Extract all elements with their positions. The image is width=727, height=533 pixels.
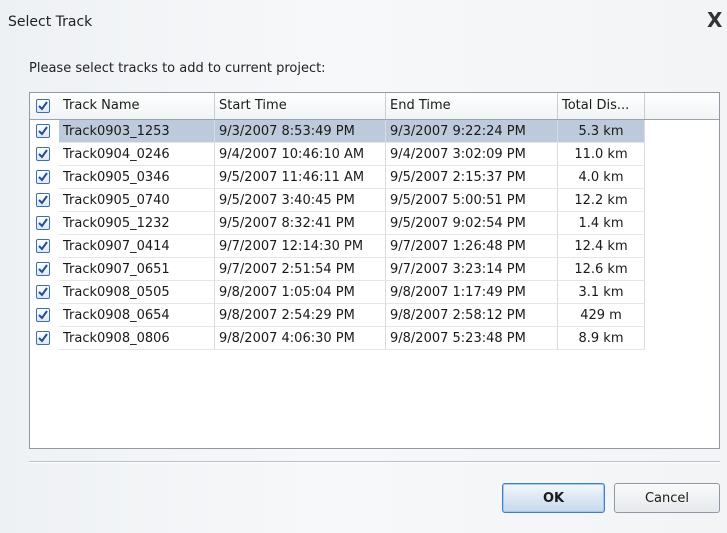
end-time-cell: 9/5/2007 9:02:54 PM (386, 212, 558, 235)
table-row[interactable]: Track0908_0806 9/8/2007 4:06:30 PM 9/8/200… (30, 327, 645, 350)
row-checkbox[interactable] (36, 308, 50, 322)
start-time-cell: 9/8/2007 1:05:04 PM (215, 281, 386, 304)
start-time-cell: 9/7/2007 12:14:30 PM (215, 235, 386, 258)
track-name-cell: Track0908_0654 (59, 304, 215, 327)
checkmark-icon (38, 195, 48, 205)
end-time-cell: 9/5/2007 2:15:37 PM (386, 166, 558, 189)
end-time-cell: 9/3/2007 9:22:24 PM (386, 120, 558, 143)
total-distance-cell: 1.4 km (558, 212, 645, 235)
checkmark-icon (38, 333, 48, 343)
track-name-cell: Track0905_0740 (59, 189, 215, 212)
start-time-cell: 9/8/2007 2:54:29 PM (215, 304, 386, 327)
end-time-cell: 9/8/2007 2:58:12 PM (386, 304, 558, 327)
table-row[interactable]: Track0904_0246 9/4/2007 10:46:10 AM 9/4/20… (30, 143, 645, 166)
track-name-cell: Track0903_1253 (59, 120, 215, 143)
total-distance-cell: 12.2 km (558, 189, 645, 212)
start-time-cell: 9/5/2007 3:40:45 PM (215, 189, 386, 212)
table-row[interactable]: Track0905_1232 9/5/2007 8:32:41 PM 9/5/200… (30, 212, 645, 235)
start-time-cell: 9/7/2007 2:51:54 PM (215, 258, 386, 281)
divider (29, 461, 720, 463)
column-header-start-time[interactable]: Start Time (215, 93, 386, 119)
track-name-cell: Track0908_0505 (59, 281, 215, 304)
start-time-cell: 9/8/2007 4:06:30 PM (215, 327, 386, 350)
row-checkbox[interactable] (36, 147, 50, 161)
column-header-end-time[interactable]: End Time (386, 93, 558, 119)
select-track-dialog: Select Track X Please select tracks to a… (0, 0, 727, 533)
start-time-cell: 9/5/2007 11:46:11 AM (215, 166, 386, 189)
checkmark-icon (38, 287, 48, 297)
total-distance-cell: 4.0 km (558, 166, 645, 189)
table-row[interactable]: Track0908_0505 9/8/2007 1:05:04 PM 9/8/200… (30, 281, 645, 304)
track-name-cell: Track0907_0651 (59, 258, 215, 281)
table-row[interactable]: Track0908_0654 9/8/2007 2:54:29 PM 9/8/200… (30, 304, 645, 327)
checkmark-icon (38, 172, 48, 182)
table-row[interactable]: Track0907_0651 9/7/2007 2:51:54 PM 9/7/200… (30, 258, 645, 281)
row-checkbox[interactable] (36, 285, 50, 299)
row-checkbox[interactable] (36, 193, 50, 207)
table-row[interactable]: Track0905_0346 9/5/2007 11:46:11 AM 9/5/20… (30, 166, 645, 189)
track-name-cell: Track0905_0346 (59, 166, 215, 189)
select-all-checkbox[interactable] (36, 99, 50, 113)
total-distance-cell: 11.0 km (558, 143, 645, 166)
checkmark-icon (38, 264, 48, 274)
checkmark-icon (38, 241, 48, 251)
ok-button[interactable]: OK (502, 483, 605, 513)
start-time-cell: 9/5/2007 8:32:41 PM (215, 212, 386, 235)
table-row[interactable]: Track0903_1253 9/3/2007 8:53:49 PM 9/3/200… (30, 120, 645, 143)
total-distance-cell: 5.3 km (558, 120, 645, 143)
row-checkbox[interactable] (36, 216, 50, 230)
table-row[interactable]: Track0905_0740 9/5/2007 3:40:45 PM 9/5/200… (30, 189, 645, 212)
checkmark-icon (38, 218, 48, 228)
end-time-cell: 9/7/2007 1:26:48 PM (386, 235, 558, 258)
total-distance-cell: 8.9 km (558, 327, 645, 350)
row-checkbox[interactable] (36, 262, 50, 276)
end-time-cell: 9/8/2007 1:17:49 PM (386, 281, 558, 304)
total-distance-cell: 429 m (558, 304, 645, 327)
end-time-cell: 9/4/2007 3:02:09 PM (386, 143, 558, 166)
checkmark-icon (38, 101, 48, 111)
row-checkbox[interactable] (36, 331, 50, 345)
close-icon[interactable]: X (707, 8, 722, 32)
total-distance-cell: 3.1 km (558, 281, 645, 304)
checkmark-icon (38, 149, 48, 159)
checkmark-icon (38, 126, 48, 136)
instruction-label: Please select tracks to add to current p… (29, 61, 326, 76)
checkmark-icon (38, 310, 48, 320)
end-time-cell: 9/8/2007 5:23:48 PM (386, 327, 558, 350)
row-checkbox[interactable] (36, 239, 50, 253)
table-row[interactable]: Track0907_0414 9/7/2007 12:14:30 PM 9/7/20… (30, 235, 645, 258)
table-header: Track Name Start Time End Time Total Dis… (30, 93, 719, 120)
track-name-cell: Track0905_1232 (59, 212, 215, 235)
row-checkbox[interactable] (36, 170, 50, 184)
track-list[interactable]: Track Name Start Time End Time Total Dis… (29, 92, 720, 449)
column-header-total-distance[interactable]: Total Dis... (558, 93, 645, 119)
total-distance-cell: 12.6 km (558, 258, 645, 281)
track-name-cell: Track0904_0246 (59, 143, 215, 166)
column-header-track-name[interactable]: Track Name (59, 93, 215, 119)
row-checkbox[interactable] (36, 124, 50, 138)
dialog-title: Select Track (8, 14, 93, 30)
start-time-cell: 9/4/2007 10:46:10 AM (215, 143, 386, 166)
cancel-button[interactable]: Cancel (614, 483, 720, 513)
end-time-cell: 9/5/2007 5:00:51 PM (386, 189, 558, 212)
track-name-cell: Track0908_0806 (59, 327, 215, 350)
total-distance-cell: 12.4 km (558, 235, 645, 258)
track-name-cell: Track0907_0414 (59, 235, 215, 258)
end-time-cell: 9/7/2007 3:23:14 PM (386, 258, 558, 281)
start-time-cell: 9/3/2007 8:53:49 PM (215, 120, 386, 143)
